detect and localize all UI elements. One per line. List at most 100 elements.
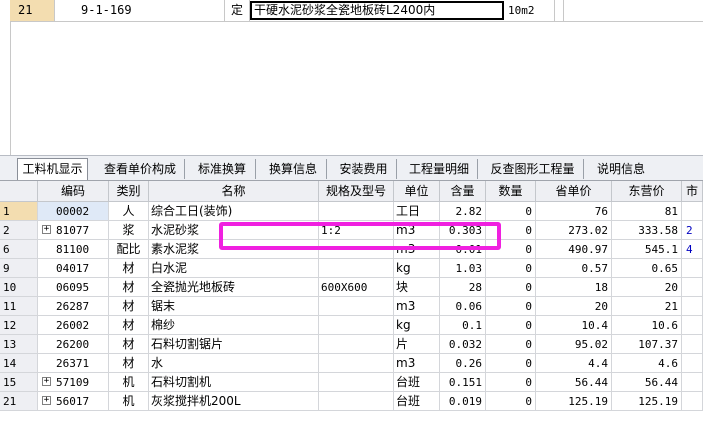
material-name[interactable]: 石料切割锯片	[149, 335, 319, 354]
material-name[interactable]: 锯末	[149, 297, 319, 316]
material-content[interactable]: 0.26	[440, 354, 486, 373]
col-header-category[interactable]: 类别	[109, 181, 149, 202]
col-header-quantity[interactable]: 数量	[486, 181, 536, 202]
material-content[interactable]: 0.032	[440, 335, 486, 354]
material-code[interactable]: 04017	[38, 259, 109, 278]
material-name[interactable]: 水泥砂浆	[149, 221, 319, 240]
market-price[interactable]	[682, 335, 703, 354]
dongying-price[interactable]: 107.37	[612, 335, 682, 354]
quota-name-editor[interactable]: 干硬水泥砂浆全瓷地板砖L2400内	[250, 1, 504, 20]
material-name[interactable]: 综合工日(装饰)	[149, 202, 319, 221]
dongying-price[interactable]: 0.65	[612, 259, 682, 278]
material-code[interactable]: 06095	[38, 278, 109, 297]
material-spec[interactable]	[319, 297, 394, 316]
material-name[interactable]: 棉纱	[149, 316, 319, 335]
tab-standard-conversion[interactable]: 标准换算	[189, 159, 256, 179]
col-header-code[interactable]: 编码	[38, 181, 109, 202]
material-name[interactable]: 素水泥浆	[149, 240, 319, 259]
table-row[interactable]: 13 26200 材石料切割锯片 片 0.032 0 95.02 107.37	[0, 335, 703, 354]
material-quantity[interactable]: 0	[486, 202, 536, 221]
province-unit-price[interactable]: 4.4	[536, 354, 612, 373]
province-unit-price[interactable]: 76	[536, 202, 612, 221]
col-header-market-price[interactable]: 市	[682, 181, 703, 202]
table-row[interactable]: 6 81100 配比 素水泥浆 m3 0.01 0 490.97 545.1 4	[0, 240, 703, 259]
market-price[interactable]	[682, 278, 703, 297]
material-quantity[interactable]: 0	[486, 316, 536, 335]
quota-code[interactable]: 9-1-169	[55, 0, 225, 21]
material-spec[interactable]	[319, 392, 394, 411]
col-header-name[interactable]: 名称	[149, 181, 319, 202]
tab-installation-fee[interactable]: 安装费用	[331, 159, 397, 179]
material-name[interactable]: 水	[149, 354, 319, 373]
table-row[interactable]: 2 81077 浆水泥砂浆 1:2 m3 0.303 0 273.02 333.58 2 +	[0, 221, 703, 240]
material-quantity[interactable]: 0	[486, 259, 536, 278]
material-content[interactable]: 0.303	[440, 221, 486, 240]
material-content[interactable]: 28	[440, 278, 486, 297]
material-quantity[interactable]: 0	[486, 221, 536, 240]
material-quantity[interactable]: 0	[486, 392, 536, 411]
province-unit-price[interactable]: 56.44	[536, 373, 612, 392]
market-price[interactable]	[682, 373, 703, 392]
expand-icon[interactable]: +	[42, 396, 51, 405]
province-unit-price[interactable]: 10.4	[536, 316, 612, 335]
material-name[interactable]: 灰浆搅拌机200L	[149, 392, 319, 411]
dongying-price[interactable]: 81	[612, 202, 682, 221]
material-code[interactable]: 26287	[38, 297, 109, 316]
material-code[interactable]: 81100	[38, 240, 109, 259]
material-quantity[interactable]: 0	[486, 354, 536, 373]
material-spec[interactable]	[319, 202, 394, 221]
dongying-price[interactable]: 125.19	[612, 392, 682, 411]
market-price[interactable]	[682, 202, 703, 221]
material-content[interactable]: 0.019	[440, 392, 486, 411]
material-code[interactable]: 26200	[38, 335, 109, 354]
material-content[interactable]: 1.03	[440, 259, 486, 278]
col-header-dongying-price[interactable]: 东营价	[612, 181, 682, 202]
col-header-province-price[interactable]: 省单价	[536, 181, 612, 202]
dongying-price[interactable]: 21	[612, 297, 682, 316]
col-header-unit[interactable]: 单位	[394, 181, 440, 202]
table-row[interactable]: 10 06095 材全瓷抛光地板砖 600X600 块 28 0 18 20	[0, 278, 703, 297]
province-unit-price[interactable]: 20	[536, 297, 612, 316]
material-quantity[interactable]: 0	[486, 278, 536, 297]
market-price[interactable]	[682, 259, 703, 278]
material-code[interactable]: 26371	[38, 354, 109, 373]
material-quantity[interactable]: 0	[486, 297, 536, 316]
province-unit-price[interactable]: 0.57	[536, 259, 612, 278]
material-code[interactable]: 26002	[38, 316, 109, 335]
table-row[interactable]: 9 04017 材白水泥 kg 1.03 0 0.57 0.65	[0, 259, 703, 278]
province-unit-price[interactable]: 18	[536, 278, 612, 297]
material-quantity[interactable]: 0	[486, 335, 536, 354]
material-spec[interactable]	[319, 316, 394, 335]
dongying-price[interactable]: 4.6	[612, 354, 682, 373]
material-name[interactable]: 石料切割机	[149, 373, 319, 392]
quota-row[interactable]: 21 9-1-169 定 干硬水泥砂浆全瓷地板砖L2400内 10m2	[10, 0, 703, 22]
material-quantity[interactable]: 0	[486, 373, 536, 392]
tab-unit-price-composition[interactable]: 查看单价构成	[96, 159, 185, 179]
market-price[interactable]	[682, 297, 703, 316]
material-name[interactable]: 全瓷抛光地板砖	[149, 278, 319, 297]
table-row[interactable]: 21 56017 机灰浆搅拌机200L 台班 0.019 0 125.19 125.19 +	[0, 392, 703, 411]
province-unit-price[interactable]: 125.19	[536, 392, 612, 411]
material-quantity[interactable]: 0	[486, 240, 536, 259]
col-header-content[interactable]: 含量	[440, 181, 486, 202]
material-spec[interactable]	[319, 259, 394, 278]
tab-description[interactable]: 说明信息	[588, 159, 654, 179]
material-spec[interactable]	[319, 335, 394, 354]
table-row[interactable]: 15 57109 机石料切割机 台班 0.151 0 56.44 56.44 +	[0, 373, 703, 392]
dongying-price[interactable]: 333.58	[612, 221, 682, 240]
dongying-price[interactable]: 20	[612, 278, 682, 297]
material-spec[interactable]: 600X600	[319, 278, 394, 297]
material-spec[interactable]	[319, 354, 394, 373]
market-price[interactable]	[682, 354, 703, 373]
material-content[interactable]: 0.06	[440, 297, 486, 316]
market-price[interactable]: 2	[682, 221, 703, 240]
material-spec[interactable]	[319, 240, 394, 259]
material-content[interactable]: 0.1	[440, 316, 486, 335]
market-price[interactable]: 4	[682, 240, 703, 259]
table-row[interactable]: 12 26002 材棉纱 kg 0.1 0 10.4 10.6	[0, 316, 703, 335]
dongying-price[interactable]: 545.1	[612, 240, 682, 259]
dongying-price[interactable]: 56.44	[612, 373, 682, 392]
province-unit-price[interactable]: 490.97	[536, 240, 612, 259]
material-name[interactable]: 白水泥	[149, 259, 319, 278]
tab-reverse-graphic-quantity[interactable]: 反查图形工程量	[482, 159, 584, 179]
